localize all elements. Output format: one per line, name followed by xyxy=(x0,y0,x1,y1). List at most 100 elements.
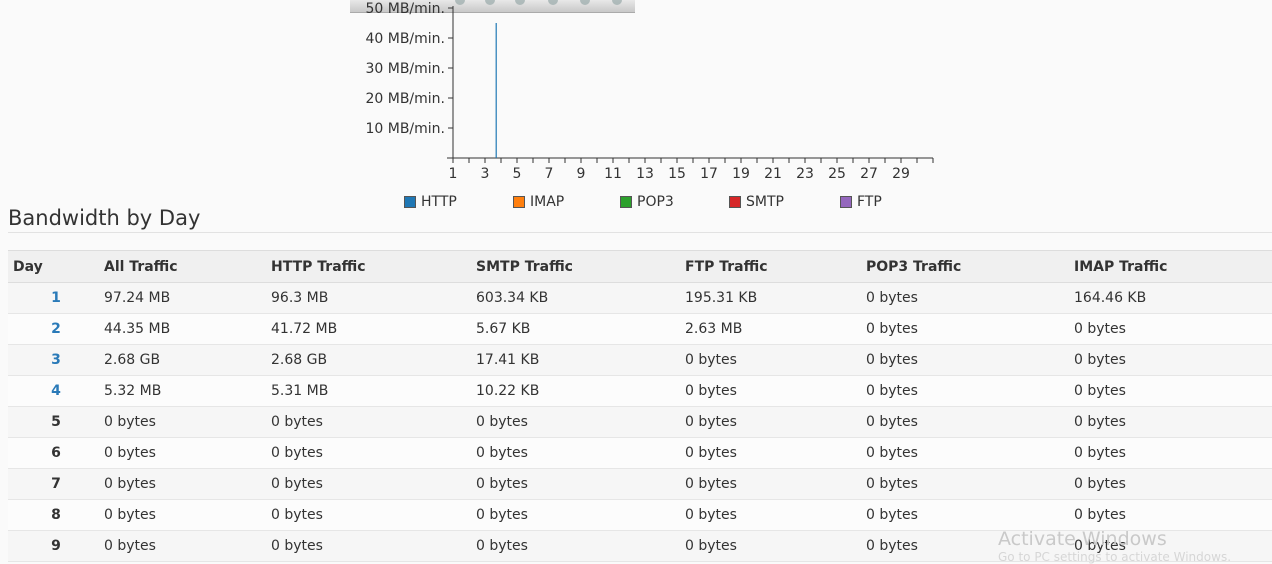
cell-ftp-traffic: 0 bytes xyxy=(680,530,861,562)
cell-ftp-traffic: 0 bytes xyxy=(680,437,861,469)
day-link[interactable]: 4 xyxy=(51,383,61,399)
legend-label: IMAP xyxy=(530,194,565,210)
cell-day: 9 xyxy=(8,530,99,562)
cell-http-traffic: 2.68 GB xyxy=(266,344,471,376)
cell-all-traffic: 0 bytes xyxy=(99,499,266,531)
cell-day[interactable]: 2 xyxy=(8,313,99,345)
cell-http-traffic: 96.3 MB xyxy=(266,282,471,314)
cell-pop3-traffic: 0 bytes xyxy=(861,499,1069,531)
legend-item-pop3[interactable]: POP3 xyxy=(620,194,674,210)
col-header-pop3-traffic: POP3 Traffic xyxy=(861,250,1069,283)
cell-pop3-traffic: 0 bytes xyxy=(861,406,1069,438)
y-tick-label: 20 MB/min. xyxy=(365,91,445,107)
table-row: 1 97.24 MB 96.3 MB 603.34 KB 195.31 KB 0 byte… xyxy=(8,282,1272,314)
cell-http-traffic: 0 bytes xyxy=(266,406,471,438)
col-header-smtp-traffic: SMTP Traffic xyxy=(471,250,680,283)
cell-day[interactable]: 4 xyxy=(8,375,99,407)
col-header-all-traffic: All Traffic xyxy=(99,250,266,283)
page-title: Bandwidth by Day xyxy=(8,206,201,230)
cell-day: 8 xyxy=(8,499,99,531)
cell-imap-traffic: 0 bytes xyxy=(1069,313,1272,345)
x-tick-label: 13 xyxy=(636,166,654,182)
legend-label: POP3 xyxy=(637,194,674,210)
y-tick-label: 10 MB/min. xyxy=(365,121,445,137)
table-header-row: Day All Traffic HTTP Traffic SMTP Traffi… xyxy=(8,250,1272,283)
y-tick-label: 40 MB/min. xyxy=(365,31,445,47)
x-tick-label: 25 xyxy=(828,166,846,182)
cell-smtp-traffic: 0 bytes xyxy=(471,499,680,531)
x-tick-label: 7 xyxy=(545,166,554,182)
y-tick-label: 50 MB/min. xyxy=(365,1,445,17)
cell-all-traffic: 44.35 MB xyxy=(99,313,266,345)
cell-smtp-traffic: 17.41 KB xyxy=(471,344,680,376)
cell-imap-traffic: 0 bytes xyxy=(1069,406,1272,438)
cell-pop3-traffic: 0 bytes xyxy=(861,375,1069,407)
table-row: 60 bytes 0 bytes 0 bytes 0 bytes 0 bytes 0 by… xyxy=(8,437,1272,469)
day-link[interactable]: 2 xyxy=(51,321,61,337)
cell-day: 7 xyxy=(8,468,99,500)
table-row: 4 5.32 MB 5.31 MB 10.22 KB 0 bytes 0 bytes 0 b… xyxy=(8,375,1272,407)
legend-item-ftp[interactable]: FTP xyxy=(840,194,882,210)
day-link[interactable]: 3 xyxy=(51,352,61,368)
cell-imap-traffic: 0 bytes xyxy=(1069,344,1272,376)
cell-http-traffic: 5.31 MB xyxy=(266,375,471,407)
cell-day[interactable]: 1 xyxy=(8,282,99,314)
x-tick-label: 27 xyxy=(860,166,878,182)
x-tick-label: 9 xyxy=(577,166,586,182)
cell-smtp-traffic: 603.34 KB xyxy=(471,282,680,314)
cell-pop3-traffic: 0 bytes xyxy=(861,468,1069,500)
bandwidth-chart: 10 MB/min. 20 MB/min. 30 MB/min. 40 MB/min.… xyxy=(0,0,1272,190)
legend-swatch xyxy=(620,196,632,208)
x-tick-label: 11 xyxy=(604,166,622,182)
activate-windows-watermark: Activate Windows xyxy=(998,528,1167,550)
cell-all-traffic: 2.68 GB xyxy=(99,344,266,376)
legend-item-http[interactable]: HTTP xyxy=(404,194,457,210)
x-tick-label: 23 xyxy=(796,166,814,182)
legend-item-imap[interactable]: IMAP xyxy=(513,194,564,210)
x-tick-label: 5 xyxy=(513,166,522,182)
y-tick-label: 30 MB/min. xyxy=(365,61,445,77)
cell-http-traffic: 0 bytes xyxy=(266,499,471,531)
cell-smtp-traffic: 0 bytes xyxy=(471,530,680,562)
cell-http-traffic: 41.72 MB xyxy=(266,313,471,345)
cell-http-traffic: 0 bytes xyxy=(266,468,471,500)
cell-imap-traffic: 164.46 KB xyxy=(1069,282,1272,314)
cell-imap-traffic: 0 bytes xyxy=(1069,375,1272,407)
title-divider xyxy=(8,232,1272,233)
x-tick-label: 3 xyxy=(481,166,490,182)
x-tick-label: 29 xyxy=(892,166,910,182)
cell-smtp-traffic: 0 bytes xyxy=(471,437,680,469)
cell-ftp-traffic: 0 bytes xyxy=(680,406,861,438)
table-row: 80 bytes 0 bytes 0 bytes 0 bytes 0 bytes 0 by… xyxy=(8,499,1272,531)
legend-swatch xyxy=(404,196,416,208)
cell-ftp-traffic: 0 bytes xyxy=(680,344,861,376)
x-tick-label: 15 xyxy=(668,166,686,182)
chart-svg: 10 MB/min. 20 MB/min. 30 MB/min. 40 MB/min.… xyxy=(365,1,934,182)
legend-item-smtp[interactable]: SMTP xyxy=(729,194,784,210)
cell-ftp-traffic: 0 bytes xyxy=(680,375,861,407)
cell-all-traffic: 5.32 MB xyxy=(99,375,266,407)
cell-http-traffic: 0 bytes xyxy=(266,437,471,469)
col-header-day: Day xyxy=(8,250,99,283)
cell-ftp-traffic: 0 bytes xyxy=(680,499,861,531)
bandwidth-table: Day All Traffic HTTP Traffic SMTP Traffi… xyxy=(8,250,1272,562)
cell-smtp-traffic: 5.67 KB xyxy=(471,313,680,345)
cell-all-traffic: 0 bytes xyxy=(99,530,266,562)
cell-smtp-traffic: 10.22 KB xyxy=(471,375,680,407)
cell-day[interactable]: 3 xyxy=(8,344,99,376)
cell-imap-traffic: 0 bytes xyxy=(1069,437,1272,469)
table-row: 70 bytes 0 bytes 0 bytes 0 bytes 0 bytes 0 by… xyxy=(8,468,1272,500)
col-header-imap-traffic: IMAP Traffic xyxy=(1069,250,1272,283)
x-tick-label: 1 xyxy=(449,166,458,182)
legend-swatch xyxy=(729,196,741,208)
cell-day: 6 xyxy=(8,437,99,469)
cell-ftp-traffic: 195.31 KB xyxy=(680,282,861,314)
cell-ftp-traffic: 2.63 MB xyxy=(680,313,861,345)
cell-pop3-traffic: 0 bytes xyxy=(861,282,1069,314)
legend-label: HTTP xyxy=(421,194,457,210)
cell-all-traffic: 0 bytes xyxy=(99,468,266,500)
cell-smtp-traffic: 0 bytes xyxy=(471,406,680,438)
day-link[interactable]: 1 xyxy=(51,290,61,306)
table-row: 3 2.68 GB 2.68 GB 17.41 KB 0 bytes 0 bytes 0 b… xyxy=(8,344,1272,376)
legend-label: SMTP xyxy=(746,194,784,210)
